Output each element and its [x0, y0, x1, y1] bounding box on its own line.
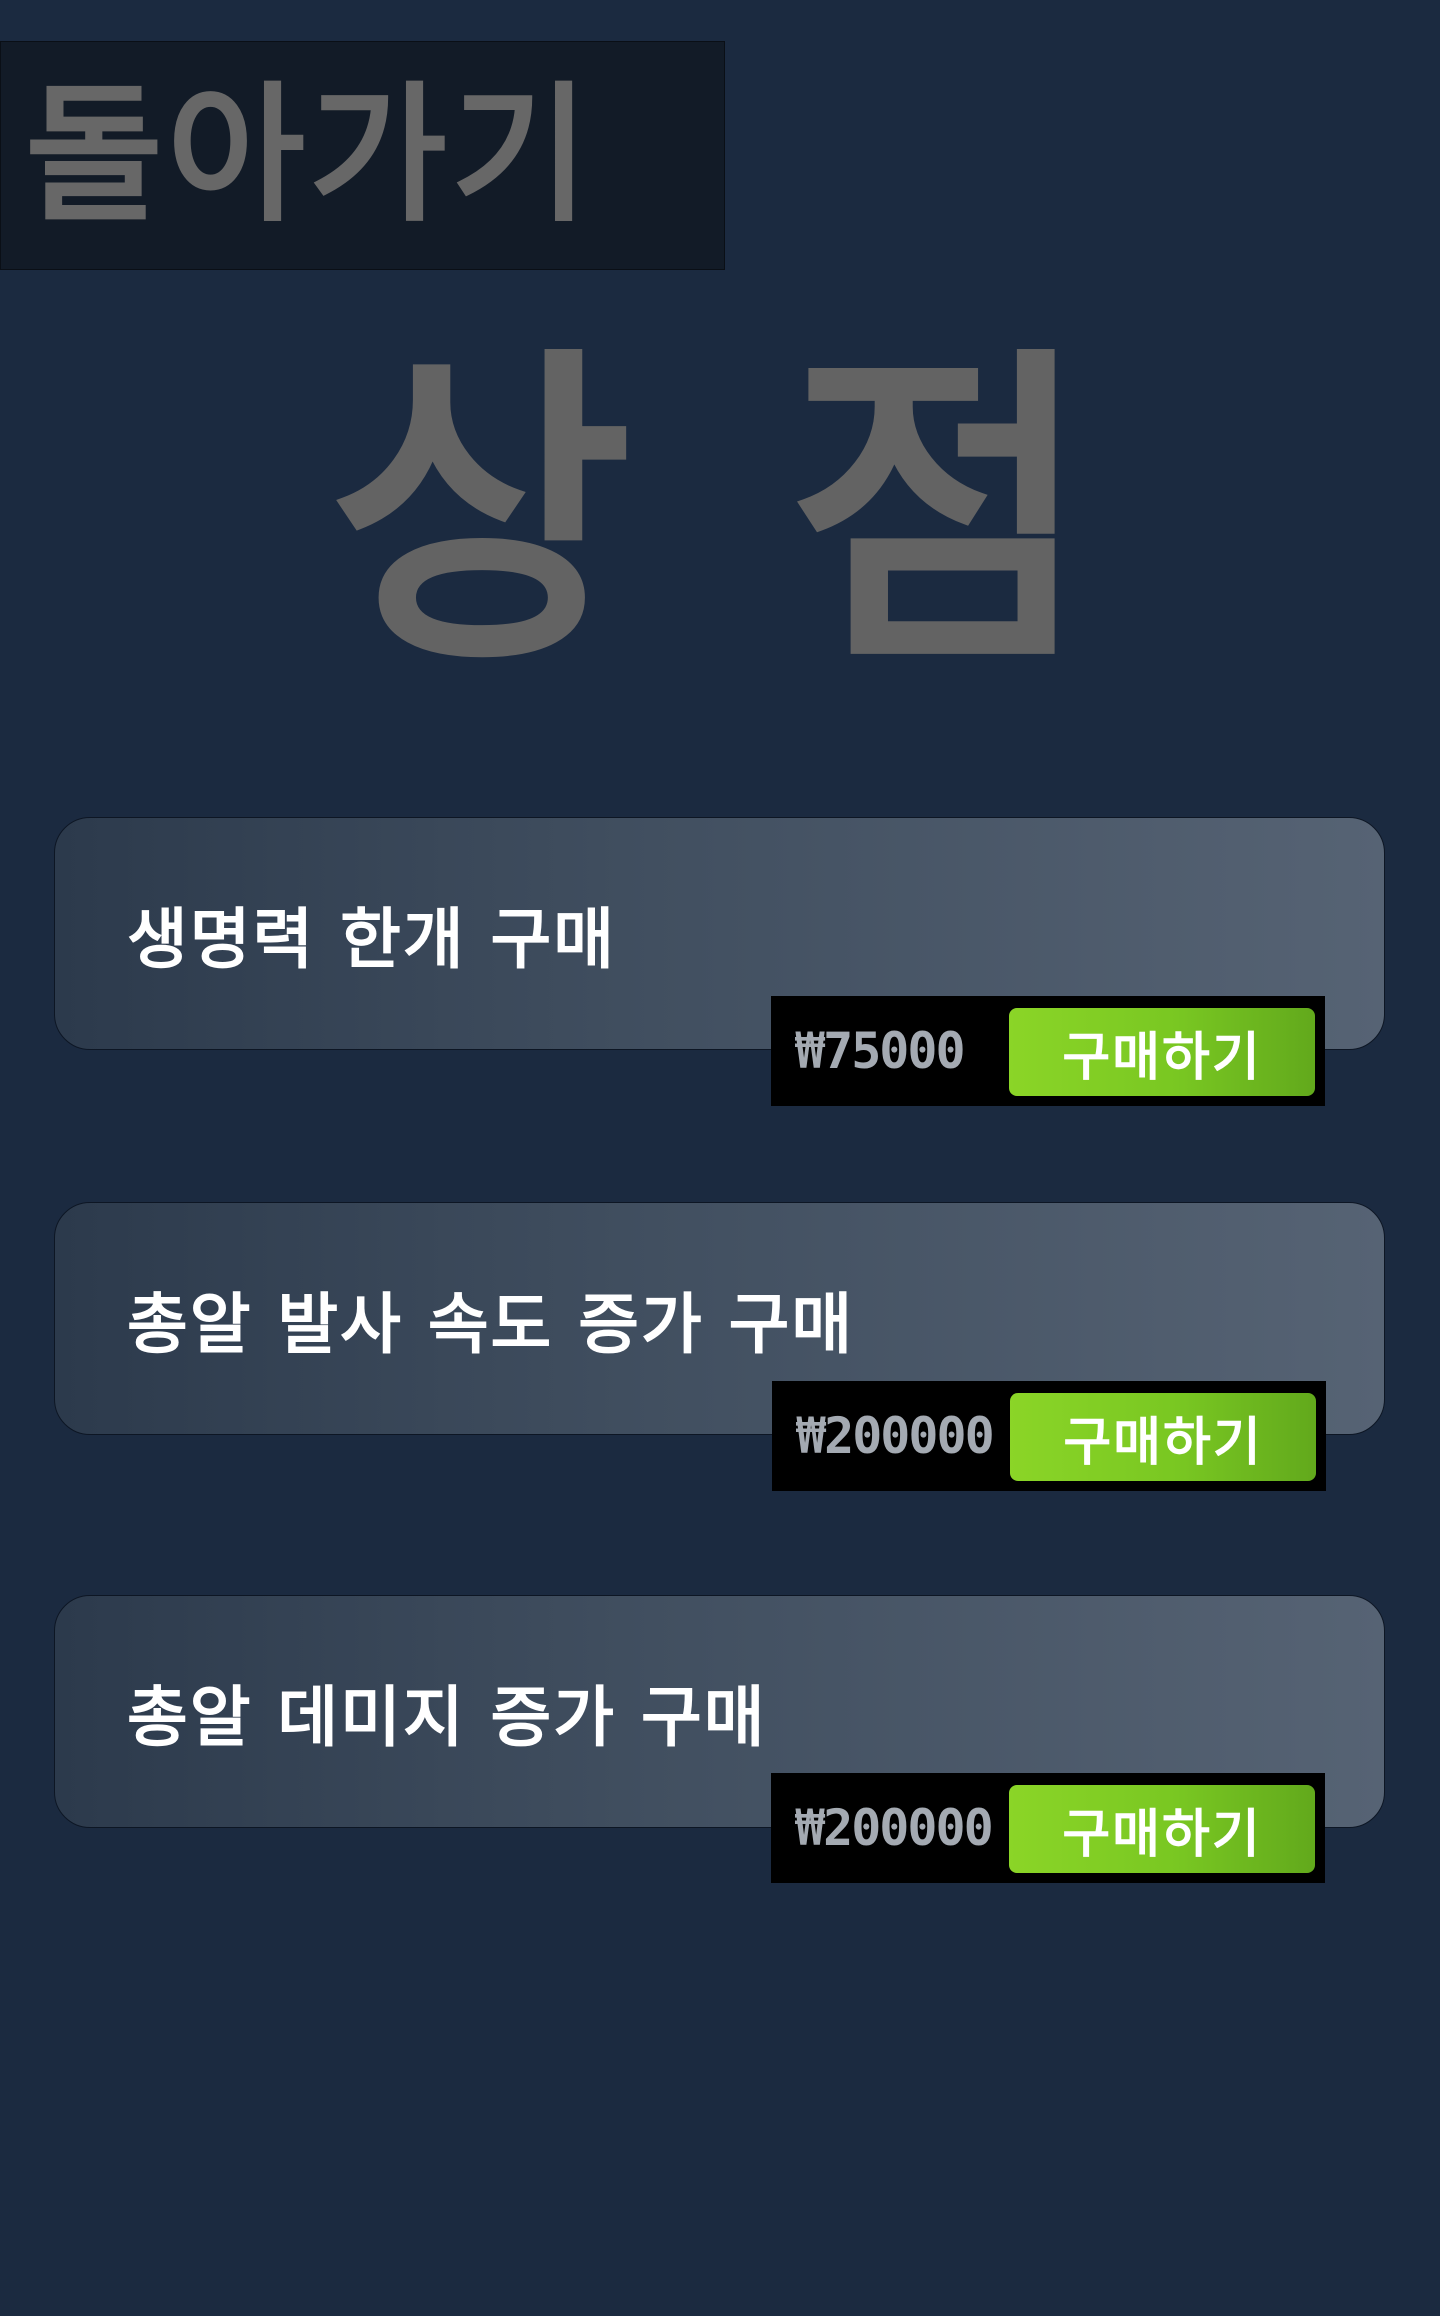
shop-item-name: 생명력 한개 구매 — [127, 900, 616, 978]
price-label: ₩200000 — [795, 1799, 994, 1857]
shop-item-name: 총알 데미지 증가 구매 — [127, 1678, 767, 1756]
buy-button[interactable]: 구매하기 — [1009, 1785, 1315, 1873]
back-button-label: 돌아가기 — [25, 68, 594, 243]
back-button[interactable]: 돌아가기 — [0, 41, 725, 270]
price-bar: ₩200000 구매하기 — [772, 1381, 1326, 1491]
price-label: ₩75000 — [795, 1022, 966, 1080]
buy-button[interactable]: 구매하기 — [1010, 1393, 1316, 1481]
buy-button-label: 구매하기 — [1062, 1027, 1262, 1088]
buy-button[interactable]: 구매하기 — [1009, 1008, 1315, 1096]
price-label: ₩200000 — [796, 1407, 995, 1465]
price-bar: ₩200000 구매하기 — [771, 1773, 1325, 1883]
shop-item-name: 총알 발사 속도 증가 구매 — [127, 1285, 855, 1363]
page-title: 상 점 — [328, 321, 1112, 705]
price-bar: ₩75000 구매하기 — [771, 996, 1325, 1106]
buy-button-label: 구매하기 — [1062, 1804, 1262, 1865]
buy-button-label: 구매하기 — [1063, 1412, 1263, 1473]
